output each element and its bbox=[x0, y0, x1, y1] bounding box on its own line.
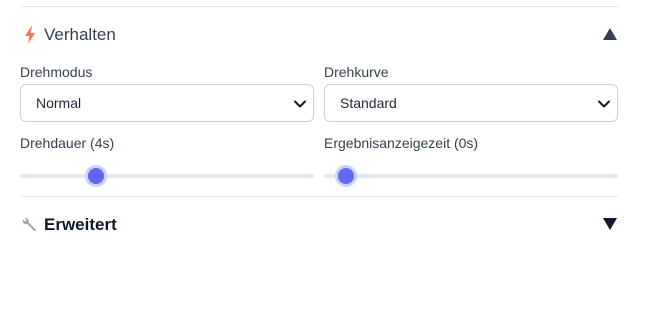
spin-curve-label: Drehkurve bbox=[324, 64, 389, 80]
spin-mode-label: Drehmodus bbox=[20, 64, 93, 80]
spin-curve-select[interactable]: Standard bbox=[324, 84, 618, 122]
settings-panel: Verhalten Drehmodus Normal Drehkurve Sta… bbox=[20, 0, 618, 316]
spin-duration-label: Drehdauer (4s) bbox=[20, 135, 115, 151]
spin-duration-slider[interactable] bbox=[20, 164, 314, 188]
chevron-down-icon bbox=[598, 100, 610, 108]
chevron-down-icon bbox=[294, 100, 306, 108]
spin-duration-thumb[interactable] bbox=[85, 165, 108, 187]
section-divider bbox=[20, 196, 618, 197]
result-display-time-track[interactable] bbox=[324, 174, 618, 178]
top-divider bbox=[20, 6, 618, 7]
behavior-section-title: Verhalten bbox=[44, 25, 116, 44]
expand-arrow-down-icon[interactable] bbox=[602, 216, 618, 232]
collapse-arrow-up-icon[interactable] bbox=[602, 26, 618, 42]
spin-curve-value: Standard bbox=[340, 95, 397, 111]
spin-mode-select[interactable]: Normal bbox=[20, 84, 314, 122]
advanced-section-header[interactable]: Erweitert bbox=[20, 212, 618, 238]
result-display-time-label: Ergebnisanzeigezeit (0s) bbox=[324, 135, 479, 151]
wrench-icon bbox=[20, 214, 40, 236]
advanced-section-title: Erweitert bbox=[44, 215, 117, 234]
spin-duration-track[interactable] bbox=[20, 174, 314, 178]
result-display-time-slider[interactable] bbox=[324, 164, 618, 188]
behavior-section-header[interactable]: Verhalten bbox=[20, 22, 618, 48]
lightning-icon bbox=[20, 24, 40, 46]
spin-mode-value: Normal bbox=[36, 95, 82, 111]
result-display-time-thumb[interactable] bbox=[334, 165, 357, 187]
